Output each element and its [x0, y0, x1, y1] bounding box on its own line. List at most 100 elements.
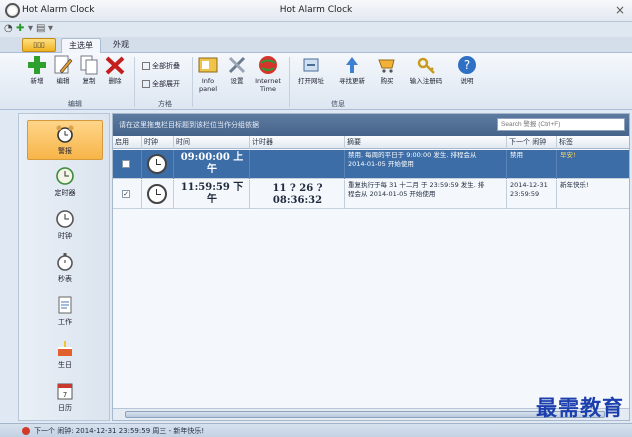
summary-line2: 2014-01-05 开始使用	[348, 160, 414, 168]
timer-icon	[56, 167, 74, 185]
alarm-time-line2: 午	[207, 194, 217, 205]
search-input[interactable]	[497, 118, 625, 131]
enabled-checkbox[interactable]	[122, 160, 130, 168]
alarm-time: 11:59:59 下午	[174, 182, 249, 206]
scrollbar-thumb[interactable]	[125, 411, 605, 418]
collapse-all-button[interactable]: 全部折叠	[142, 61, 180, 71]
info-panel-button[interactable]: Info panel	[195, 54, 221, 93]
expand-all-label: 全部展开	[152, 80, 180, 88]
alarm-grid: 请在这里拖曳栏目标题到该栏位当作分组依据 启用 时钟 时间 计时器 摘要 下一个…	[112, 113, 630, 421]
row-clock-cell	[142, 150, 174, 179]
collapse-all-label: 全部折叠	[152, 62, 180, 70]
info-panel-label: Info panel	[198, 77, 218, 93]
row-summary-cell: 禁用. 每周的平日于 9:00:00 发生. 排程会从 2014-01-05 开始…	[345, 150, 507, 179]
delete-label: 删除	[108, 77, 122, 85]
svg-text:?: ?	[464, 58, 470, 72]
tools-icon	[228, 56, 246, 74]
row-time-cell: 11:59:59 下午	[174, 180, 250, 209]
method-group-label: 方格	[158, 100, 172, 108]
settings-label: 设置	[230, 77, 244, 85]
row-next-alarm-cell: 2014-12-31 23:59:59	[507, 180, 557, 209]
row-label-cell: 新年快乐!	[557, 180, 629, 209]
status-bar: 下一个 闹钟: 2014-12-31 23:59:59 周三 - 新年快乐!	[0, 423, 632, 437]
task-icon	[58, 296, 72, 314]
internet-time-button[interactable]: Internet Time	[252, 54, 284, 93]
nav-label-timer: 定时器	[54, 189, 76, 197]
window-title: Hot Alarm Clock	[279, 5, 353, 15]
copy-icon	[80, 55, 98, 75]
buy-button[interactable]: 购买	[374, 54, 400, 85]
column-header-next-alarm[interactable]: 下一个 闹钟	[507, 136, 557, 149]
next-alarm-line1: 禁用	[510, 151, 523, 159]
quick-add-icon[interactable]: ✚	[16, 23, 24, 34]
check-update-button[interactable]: 寻找更新	[334, 54, 370, 85]
alarm-status-icon	[22, 427, 30, 435]
group-by-hint: 请在这里拖曳栏目标题到该栏位当作分组依据	[119, 121, 259, 129]
expand-all-button[interactable]: 全部展开	[142, 79, 180, 89]
file-tab[interactable]: ▯▯▯	[22, 38, 56, 52]
nav-item-timer[interactable]: 定时器	[27, 163, 103, 203]
update-icon	[346, 57, 358, 73]
enabled-checkbox[interactable]: ✓	[122, 190, 130, 198]
alarm-label: 新年快乐!	[560, 181, 589, 189]
alarm-time-line1: 11:59:59 下	[180, 182, 244, 193]
edit-group-label: 编辑	[68, 100, 82, 108]
timer-value: 11 ? 26 ? 08:36:32	[250, 183, 344, 207]
new-button[interactable]: 新增	[22, 54, 52, 85]
enter-code-button[interactable]: 输入注册码	[404, 54, 448, 85]
clock-icon	[147, 184, 167, 204]
edit-button[interactable]: 编辑	[50, 54, 76, 85]
row-next-alarm-cell: 禁用	[507, 150, 557, 179]
table-row[interactable]: ✓ 11:59:59 下午 11 ? 26 ? 08:36:32 重复执行于每 3…	[113, 180, 629, 209]
ribbon-tabs: ▯▯▯ 主选单 外观	[0, 37, 632, 53]
timer-line2: 08:36:32	[272, 195, 323, 206]
nav-item-calendar[interactable]: 7 日历	[27, 378, 103, 418]
buy-label: 购买	[380, 77, 394, 85]
dropdown-arrow-icon[interactable]: ▾	[28, 23, 33, 34]
nav-item-stopwatch[interactable]: 秒表	[27, 249, 103, 289]
new-label: 新增	[30, 77, 44, 85]
alarm-time-line2: 午	[207, 164, 217, 175]
group-by-bar[interactable]: 请在这里拖曳栏目标题到该栏位当作分组依据	[113, 114, 629, 136]
close-icon[interactable]: ×	[612, 3, 628, 17]
row-label-cell: 早安!	[557, 150, 629, 179]
summary-line2: 程会从 2014-01-05 开始使用	[348, 190, 436, 198]
row-summary-cell: 重复执行于每 31 十二月 于 23:59:59 发生. 排程会从 2014-0…	[345, 180, 507, 209]
column-header-label[interactable]: 标签	[557, 136, 629, 149]
next-alarm-line1: 2014-12-31	[510, 181, 548, 189]
column-header-enabled[interactable]: 启用	[113, 136, 142, 149]
alarm-clock-icon	[56, 125, 74, 143]
next-alarm-line2: 23:59:59	[510, 190, 540, 198]
tab-home[interactable]: 主选单	[61, 38, 101, 53]
alarm-time: 09:00:00 上午	[174, 152, 249, 176]
tab-appearance[interactable]: 外观	[106, 38, 136, 53]
link-icon	[303, 58, 319, 72]
copy-button[interactable]: 复制	[76, 54, 102, 85]
copy-label: 复制	[82, 77, 96, 85]
open-site-button[interactable]: 打开网址	[294, 54, 328, 85]
settings-button[interactable]: 设置	[224, 54, 250, 85]
customize-toolbar-icon[interactable]: ▾	[48, 23, 53, 34]
column-header-summary[interactable]: 摘要	[345, 136, 507, 149]
cart-icon	[378, 59, 395, 73]
nav-item-clock[interactable]: 时钟	[27, 206, 103, 246]
watermark: 最需教育	[536, 395, 624, 420]
status-text: 下一个 闹钟: 2014-12-31 23:59:59 周三 - 新年快乐!	[34, 427, 205, 435]
column-header-clock[interactable]: 时钟	[142, 136, 174, 149]
column-header-time[interactable]: 时间	[174, 136, 250, 149]
nav-item-task[interactable]: 工作	[27, 292, 103, 332]
help-button[interactable]: ? 说明	[454, 54, 480, 85]
row-clock-cell	[142, 180, 174, 209]
quick-edit-icon[interactable]: ▤	[36, 23, 45, 34]
nav-label-stopwatch: 秒表	[58, 275, 72, 283]
nav-item-birthday[interactable]: 生日	[27, 335, 103, 375]
delete-button[interactable]: 删除	[102, 54, 128, 85]
column-header-timer[interactable]: 计时器	[250, 136, 345, 149]
app-menu-icon[interactable]: ◔	[4, 23, 13, 34]
ribbon: 新增 编辑 复制 删除 编辑 全部折叠 全部展开 方格 Info panel 设…	[0, 53, 632, 110]
nav-label-task: 工作	[58, 318, 72, 326]
nav-item-alarm[interactable]: 警报	[27, 120, 103, 160]
info-group-label: 信息	[331, 100, 345, 108]
table-row[interactable]: 09:00:00 上午 禁用. 每周的平日于 9:00:00 发生. 排程会从 2…	[113, 150, 629, 179]
info-panel-icon	[198, 57, 218, 73]
